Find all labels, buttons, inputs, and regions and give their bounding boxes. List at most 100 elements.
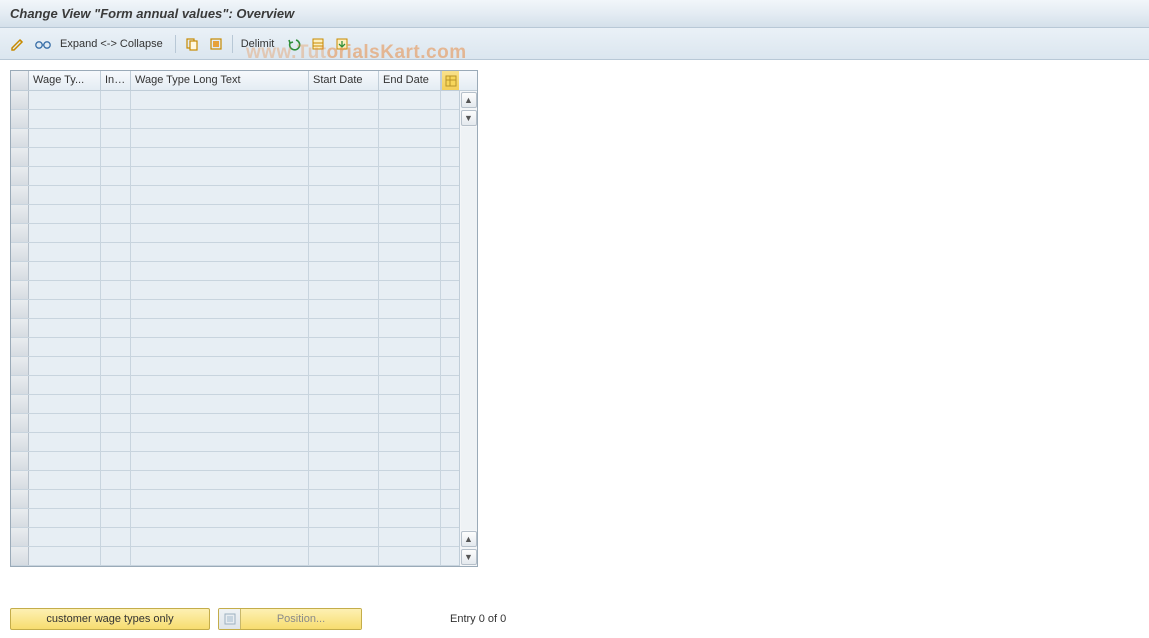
cell-long-text[interactable] bbox=[131, 490, 309, 508]
vertical-scrollbar[interactable]: ▲ ▼ ▲ ▼ bbox=[459, 91, 477, 566]
cell-end[interactable] bbox=[379, 262, 441, 280]
cell-inf[interactable] bbox=[101, 452, 131, 470]
cell-end[interactable] bbox=[379, 167, 441, 185]
cell-start[interactable] bbox=[309, 471, 379, 489]
cell-long-text[interactable] bbox=[131, 186, 309, 204]
row-selector[interactable] bbox=[11, 414, 29, 432]
cell-inf[interactable] bbox=[101, 357, 131, 375]
cell-wage-ty[interactable] bbox=[29, 338, 101, 356]
table-settings-icon[interactable] bbox=[308, 34, 328, 54]
cell-wage-ty[interactable] bbox=[29, 129, 101, 147]
col-wage-ty[interactable]: Wage Ty... bbox=[29, 71, 101, 90]
table-row[interactable] bbox=[11, 129, 459, 148]
cell-inf[interactable] bbox=[101, 148, 131, 166]
cell-start[interactable] bbox=[309, 509, 379, 527]
cell-long-text[interactable] bbox=[131, 262, 309, 280]
table-row[interactable] bbox=[11, 414, 459, 433]
cell-start[interactable] bbox=[309, 110, 379, 128]
table-row[interactable] bbox=[11, 300, 459, 319]
cell-long-text[interactable] bbox=[131, 167, 309, 185]
cell-wage-ty[interactable] bbox=[29, 281, 101, 299]
cell-end[interactable] bbox=[379, 490, 441, 508]
row-selector[interactable] bbox=[11, 205, 29, 223]
cell-inf[interactable] bbox=[101, 528, 131, 546]
cell-inf[interactable] bbox=[101, 91, 131, 109]
cell-long-text[interactable] bbox=[131, 528, 309, 546]
cell-long-text[interactable] bbox=[131, 224, 309, 242]
cell-start[interactable] bbox=[309, 148, 379, 166]
undo-icon[interactable] bbox=[284, 34, 304, 54]
row-selector[interactable] bbox=[11, 91, 29, 109]
table-row[interactable] bbox=[11, 148, 459, 167]
cell-start[interactable] bbox=[309, 300, 379, 318]
scroll-track[interactable] bbox=[461, 127, 477, 530]
cell-wage-ty[interactable] bbox=[29, 224, 101, 242]
cell-long-text[interactable] bbox=[131, 300, 309, 318]
cell-end[interactable] bbox=[379, 452, 441, 470]
glasses-icon[interactable] bbox=[32, 34, 54, 54]
cell-long-text[interactable] bbox=[131, 395, 309, 413]
table-config-icon[interactable] bbox=[441, 71, 459, 90]
cell-inf[interactable] bbox=[101, 395, 131, 413]
col-selector[interactable] bbox=[11, 71, 29, 90]
cell-wage-ty[interactable] bbox=[29, 509, 101, 527]
cell-long-text[interactable] bbox=[131, 319, 309, 337]
table-row[interactable] bbox=[11, 91, 459, 110]
table-row[interactable] bbox=[11, 490, 459, 509]
cell-end[interactable] bbox=[379, 395, 441, 413]
cell-wage-ty[interactable] bbox=[29, 319, 101, 337]
cell-start[interactable] bbox=[309, 224, 379, 242]
position-label[interactable]: Position... bbox=[241, 609, 361, 629]
table-row[interactable] bbox=[11, 205, 459, 224]
col-start[interactable]: Start Date bbox=[309, 71, 379, 90]
cell-long-text[interactable] bbox=[131, 243, 309, 261]
cell-long-text[interactable] bbox=[131, 148, 309, 166]
table-row[interactable] bbox=[11, 509, 459, 528]
table-row[interactable] bbox=[11, 433, 459, 452]
cell-inf[interactable] bbox=[101, 205, 131, 223]
cell-start[interactable] bbox=[309, 243, 379, 261]
cell-start[interactable] bbox=[309, 528, 379, 546]
cell-end[interactable] bbox=[379, 471, 441, 489]
cell-start[interactable] bbox=[309, 414, 379, 432]
edit-icon[interactable] bbox=[8, 34, 28, 54]
cell-long-text[interactable] bbox=[131, 547, 309, 565]
cell-start[interactable] bbox=[309, 262, 379, 280]
cell-long-text[interactable] bbox=[131, 509, 309, 527]
cell-long-text[interactable] bbox=[131, 357, 309, 375]
cell-wage-ty[interactable] bbox=[29, 490, 101, 508]
cell-start[interactable] bbox=[309, 167, 379, 185]
cell-wage-ty[interactable] bbox=[29, 110, 101, 128]
cell-long-text[interactable] bbox=[131, 433, 309, 451]
cell-inf[interactable] bbox=[101, 167, 131, 185]
row-selector[interactable] bbox=[11, 509, 29, 527]
cell-start[interactable] bbox=[309, 452, 379, 470]
row-selector[interactable] bbox=[11, 528, 29, 546]
cell-long-text[interactable] bbox=[131, 452, 309, 470]
row-selector[interactable] bbox=[11, 452, 29, 470]
cell-end[interactable] bbox=[379, 224, 441, 242]
row-selector[interactable] bbox=[11, 110, 29, 128]
row-selector[interactable] bbox=[11, 148, 29, 166]
cell-inf[interactable] bbox=[101, 433, 131, 451]
cell-start[interactable] bbox=[309, 490, 379, 508]
cell-long-text[interactable] bbox=[131, 414, 309, 432]
row-selector[interactable] bbox=[11, 547, 29, 565]
cell-inf[interactable] bbox=[101, 490, 131, 508]
cell-end[interactable] bbox=[379, 509, 441, 527]
cell-end[interactable] bbox=[379, 547, 441, 565]
cell-end[interactable] bbox=[379, 243, 441, 261]
cell-start[interactable] bbox=[309, 319, 379, 337]
table-row[interactable] bbox=[11, 281, 459, 300]
cell-long-text[interactable] bbox=[131, 91, 309, 109]
cell-start[interactable] bbox=[309, 433, 379, 451]
table-row[interactable] bbox=[11, 452, 459, 471]
table-row[interactable] bbox=[11, 547, 459, 566]
row-selector[interactable] bbox=[11, 129, 29, 147]
table-row[interactable] bbox=[11, 338, 459, 357]
delimit-button[interactable]: Delimit bbox=[239, 34, 281, 54]
row-selector[interactable] bbox=[11, 186, 29, 204]
table-row[interactable] bbox=[11, 224, 459, 243]
cell-end[interactable] bbox=[379, 186, 441, 204]
scroll-down-icon[interactable]: ▼ bbox=[461, 110, 477, 126]
